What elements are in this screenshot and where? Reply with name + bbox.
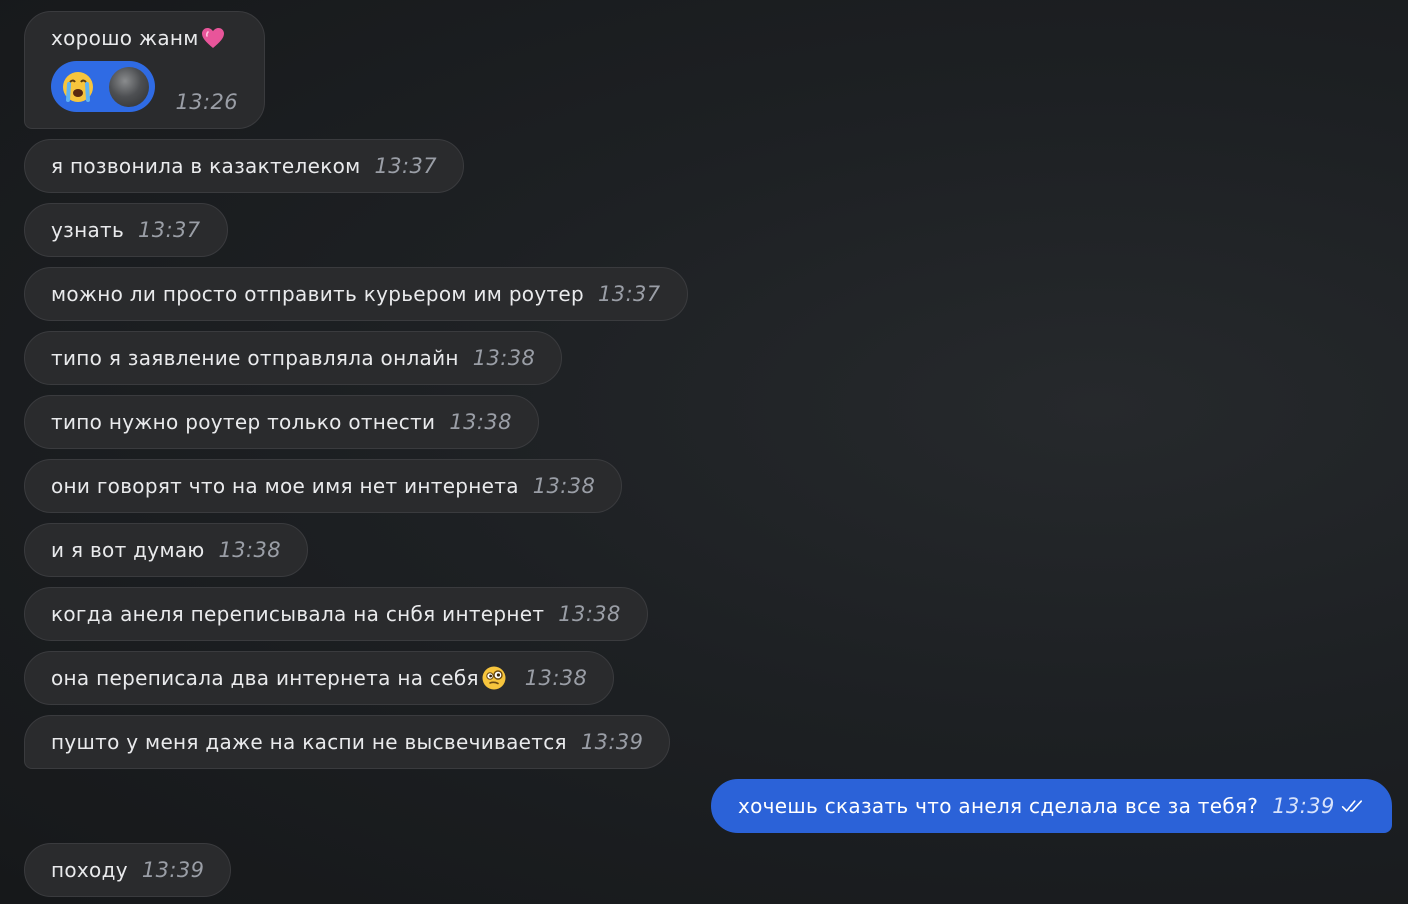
message-bubble-5[interactable]: типо я заявление отправляла онлайн 13:38 <box>24 331 563 385</box>
message-text: типо я заявление отправляла онлайн <box>51 346 459 370</box>
message-time: 13:37 <box>598 282 661 306</box>
message-bubble-1[interactable]: хорошо жанм 13:26 <box>24 11 265 129</box>
message-time: 13:37 <box>138 218 201 242</box>
double-check-read-icon <box>1341 800 1362 812</box>
message-bubble-6[interactable]: типо нужно роутер только отнести 13:38 <box>24 395 539 449</box>
message-bubble-2[interactable]: я позвонила в казактелеком 13:37 <box>24 139 465 193</box>
message-bubble-9[interactable]: когда анеля переписывала на снбя интерне… <box>24 587 648 641</box>
message-text: хочешь сказать что анеля сделала все за … <box>738 794 1259 818</box>
message-text: можно ли просто отправить курьером им ро… <box>51 282 585 306</box>
message-time: 13:38 <box>532 474 596 498</box>
message-text: походу <box>51 858 128 882</box>
thinking-face-emoji-icon <box>481 665 507 691</box>
message-time: 13:38 <box>218 538 282 562</box>
message-time: 13:38 <box>449 410 512 434</box>
message-time: 13:38 <box>558 602 621 626</box>
message-time: 13:26 <box>175 90 238 114</box>
message-bubble-8[interactable]: и я вот думаю 13:38 <box>24 523 309 577</box>
message-bubble-outgoing[interactable]: хочешь сказать что анеля сделала все за … <box>711 779 1392 833</box>
message-bubble-10[interactable]: она переписала два интернета на себя 13:… <box>24 651 615 705</box>
message-time: 13:38 <box>524 666 588 690</box>
message-text: и я вот думаю <box>51 538 205 562</box>
heart-emoji-icon <box>201 28 224 48</box>
message-text: узнать <box>51 218 125 242</box>
message-time: 13:39 <box>1272 794 1335 818</box>
message-text: когда анеля переписывала на снбя интерне… <box>51 602 545 626</box>
message-text: пушто у меня даже на каспи не высвечивае… <box>51 730 567 754</box>
message-time: 13:37 <box>374 154 438 178</box>
reactor-avatar <box>109 66 149 107</box>
message-text: типо нужно роутер только отнести <box>51 410 436 434</box>
message-bubble-4[interactable]: можно ли просто отправить курьером им ро… <box>24 267 688 321</box>
message-time: 13:38 <box>472 346 536 370</box>
message-text: хорошо жанм <box>51 26 199 50</box>
message-text: они говорят что на мое имя нет интернета <box>51 474 519 498</box>
message-bubble-7[interactable]: они говорят что на мое имя нет интернета… <box>24 459 623 513</box>
reaction-chip[interactable] <box>51 61 156 112</box>
crying-face-emoji-icon <box>61 70 95 104</box>
message-bubble-13[interactable]: походу 13:39 <box>24 843 232 897</box>
message-time: 13:39 <box>141 858 205 882</box>
message-time: 13:39 <box>580 730 644 754</box>
message-text: она переписала два интернета на себя <box>51 666 479 690</box>
message-text: я позвонила в казактелеком <box>51 154 361 178</box>
message-bubble-3[interactable]: узнать 13:37 <box>24 203 228 257</box>
message-bubble-11[interactable]: пушто у меня даже на каспи не высвечивае… <box>24 715 671 769</box>
